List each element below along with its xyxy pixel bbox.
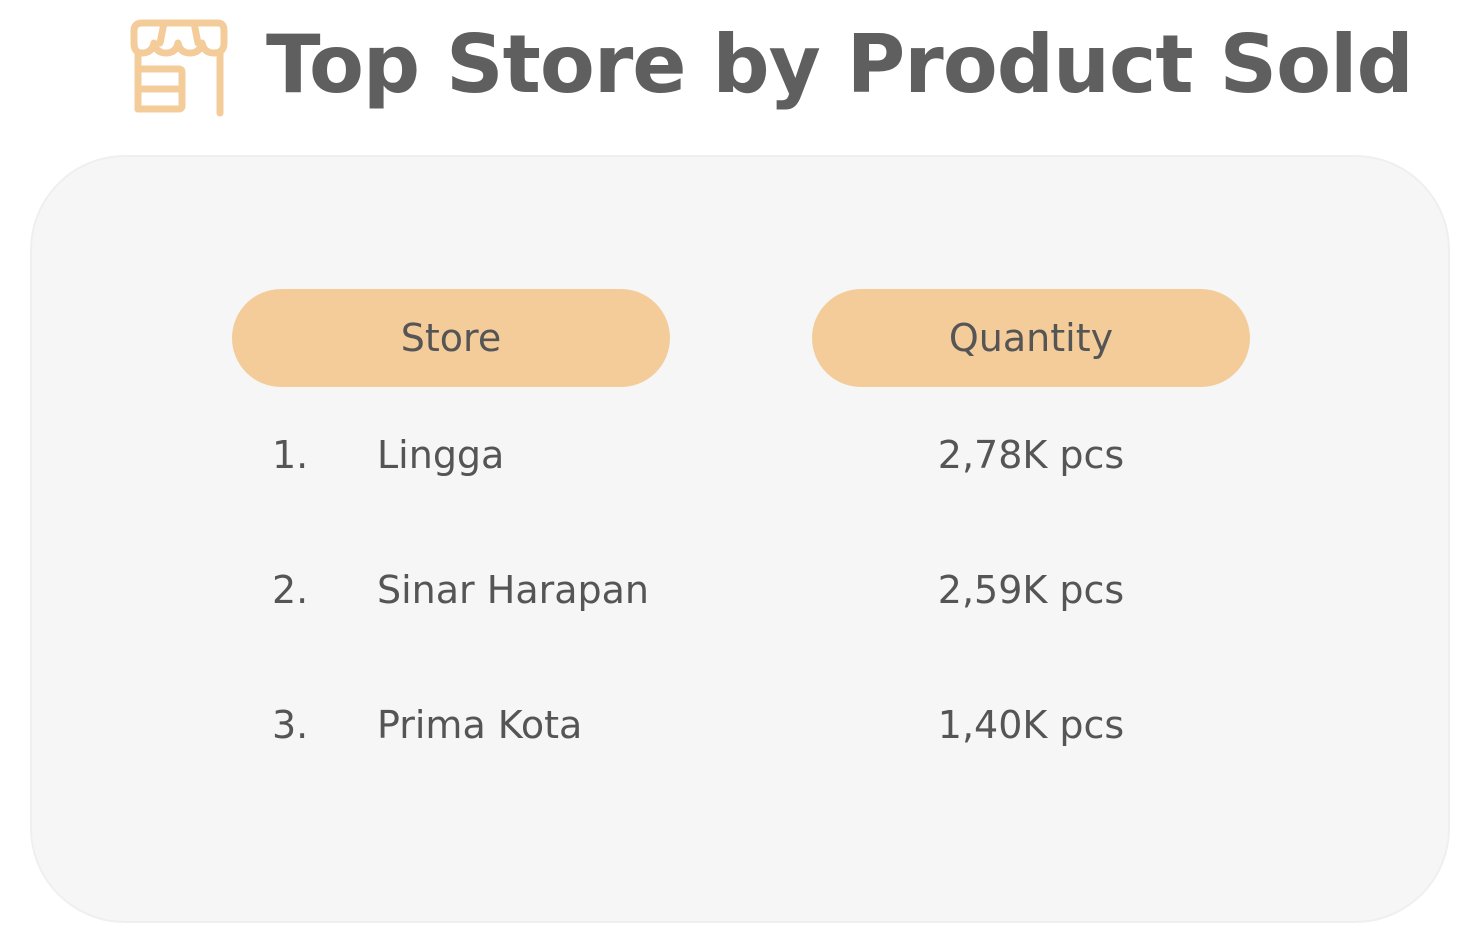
table-row: 1. Lingga 2,78K pcs — [32, 425, 1448, 485]
quantity-value: 1,40K pcs — [937, 703, 1125, 747]
store-name: Prima Kota — [377, 703, 583, 747]
rank-label: 1. — [272, 433, 309, 477]
table-row: 3. Prima Kota 1,40K pcs — [32, 695, 1448, 755]
header: Top Store by Product Sold — [128, 10, 1414, 120]
quantity-value: 2,59K pcs — [937, 568, 1125, 612]
store-name: Lingga — [377, 433, 505, 477]
store-column-header: Store — [232, 289, 670, 387]
page-title: Top Store by Product Sold — [266, 18, 1414, 111]
store-icon — [130, 19, 228, 117]
table-row: 2. Sinar Harapan 2,59K pcs — [32, 560, 1448, 620]
rank-label: 3. — [272, 703, 309, 747]
rank-label: 2. — [272, 568, 309, 612]
quantity-column-header: Quantity — [812, 289, 1250, 387]
table-card: Store Quantity 1. Lingga 2,78K pcs 2. Si… — [30, 155, 1450, 923]
quantity-value: 2,78K pcs — [937, 433, 1125, 477]
store-name: Sinar Harapan — [377, 568, 650, 612]
